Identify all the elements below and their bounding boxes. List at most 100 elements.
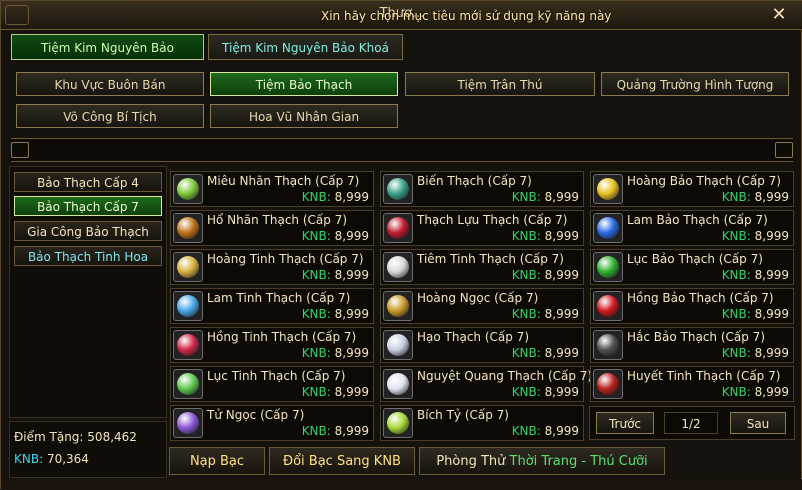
item-card[interactable]: Lục Bảo Thạch (Cấp 7) KNB: 8,999 — [590, 249, 794, 285]
pagination: Trước 1/2 Sau — [589, 406, 795, 440]
purple-gem-icon — [177, 412, 199, 434]
item-card[interactable]: Hạo Thạch (Cấp 7) KNB: 8,999 — [380, 327, 584, 363]
item-card[interactable]: Hắc Bảo Thạch (Cấp 7) KNB: 8,999 — [590, 327, 794, 363]
price-currency-label: KNB: — [721, 346, 751, 360]
points-value: 508,462 — [87, 430, 137, 444]
item-card[interactable]: Tử Ngọc (Cấp 7) KNB: 8,999 — [170, 405, 374, 441]
price-value: 8,999 — [334, 190, 369, 204]
price-currency-label: KNB: — [511, 268, 541, 282]
price-currency-label: KNB: — [301, 424, 331, 438]
item-card[interactable]: Nguyệt Quang Thạch (Cấp 7) KNB: 8,999 — [380, 366, 592, 402]
item-name: Tử Ngọc (Cấp 7) — [207, 408, 305, 422]
system-message: Xin hãy chọn mục tiêu mới sử dụng kỹ năn… — [321, 9, 612, 23]
price-value: 8,999 — [544, 268, 579, 282]
page-indicator: 1/2 — [664, 412, 718, 434]
item-card[interactable]: Thạch Lựu Thạch (Cấp 7) KNB: 8,999 — [380, 210, 584, 246]
item-icon-frame — [383, 213, 413, 243]
price-value: 8,999 — [334, 424, 369, 438]
item-price: KNB: 8,999 — [512, 190, 579, 204]
item-name: Lục Tinh Thạch (Cấp 7) — [207, 369, 346, 383]
price-value: 8,999 — [544, 307, 579, 321]
price-value: 8,999 — [334, 346, 369, 360]
price-currency-label: KNB: — [301, 346, 331, 360]
category-vo-cong-bi-tich[interactable]: Võ Công Bí Tịch — [16, 104, 204, 128]
knb-value: 70,364 — [46, 452, 89, 466]
tab-kim-nguyen-bao[interactable]: Tiệm Kim Nguyên Bảo — [11, 34, 204, 60]
item-card[interactable]: Hồng Tinh Thạch (Cấp 7) KNB: 8,999 — [170, 327, 374, 363]
tab-kim-nguyen-bao-khoa[interactable]: Tiệm Kim Nguyên Bảo Khoá — [208, 34, 403, 60]
item-price: KNB: 8,999 — [512, 268, 579, 282]
item-card[interactable]: Biến Thạch (Cấp 7) KNB: 8,999 — [380, 171, 584, 207]
subcategory-bao-thach-tinh-hoa[interactable]: Bảo Thạch Tinh Hoa — [14, 246, 162, 266]
white-gem-icon — [387, 256, 409, 278]
item-card[interactable]: Lục Tinh Thạch (Cấp 7) KNB: 8,999 — [170, 366, 374, 402]
item-name: Huyết Tinh Thạch (Cấp 7) — [627, 369, 781, 383]
item-name: Nguyệt Quang Thạch (Cấp 7) — [417, 369, 593, 383]
price-value: 8,999 — [754, 268, 789, 282]
price-value: 8,999 — [754, 307, 789, 321]
item-card[interactable]: Bích Tỷ (Cấp 7) KNB: 8,999 — [380, 405, 584, 441]
item-icon-frame — [593, 252, 623, 282]
shop-window: Thươ... Xin hãy chọn mục tiêu mới sử dụn… — [0, 0, 802, 490]
price-currency-label: KNB: — [721, 307, 751, 321]
subcategory-sidebar: Bảo Thạch Cấp 4 Bảo Thạch Cấp 7 Gia Công… — [9, 166, 167, 418]
price-value: 8,999 — [334, 268, 369, 282]
recharge-button[interactable]: Nạp Bạc — [169, 447, 265, 475]
item-icon-frame — [173, 213, 203, 243]
price-currency-label: KNB: — [301, 268, 331, 282]
close-icon[interactable]: ✕ — [769, 5, 789, 25]
item-price: KNB: 8,999 — [302, 268, 369, 282]
item-card[interactable]: Miêu Nhãn Thạch (Cấp 7) KNB: 8,999 — [170, 171, 374, 207]
item-name: Hồng Bảo Thạch (Cấp 7) — [627, 291, 774, 305]
item-card[interactable]: Lam Tinh Thạch (Cấp 7) KNB: 8,999 — [170, 288, 374, 324]
exchange-button[interactable]: Đổi Bạc Sang KNB — [269, 447, 415, 475]
category-tiem-tran-thu[interactable]: Tiệm Trân Thú — [405, 72, 595, 96]
price-value: 8,999 — [544, 190, 579, 204]
knot-ornament-icon — [775, 142, 793, 158]
item-icon-frame — [383, 174, 413, 204]
item-card[interactable]: Lam Bảo Thạch (Cấp 7) KNB: 8,999 — [590, 210, 794, 246]
item-card[interactable]: Hoàng Ngọc (Cấp 7) KNB: 8,999 — [380, 288, 584, 324]
category-khu-vuc-buon-ban[interactable]: Khu Vực Buôn Bán — [16, 72, 204, 96]
item-card[interactable]: Hồng Bảo Thạch (Cấp 7) KNB: 8,999 — [590, 288, 794, 324]
item-icon-frame — [383, 252, 413, 282]
item-name: Bích Tỷ (Cấp 7) — [417, 408, 509, 422]
price-currency-label: KNB: — [721, 190, 751, 204]
price-value: 8,999 — [754, 190, 789, 204]
item-price: KNB: 8,999 — [302, 229, 369, 243]
category-hoa-vu-nhan-gian[interactable]: Hoa Vũ Nhân Gian — [210, 104, 398, 128]
item-icon-frame — [383, 369, 413, 399]
item-card[interactable]: Hổ Nhãn Thạch (Cấp 7) KNB: 8,999 — [170, 210, 374, 246]
next-page-button[interactable]: Sau — [730, 412, 786, 434]
price-value: 8,999 — [334, 229, 369, 243]
item-price: KNB: 8,999 — [302, 424, 369, 438]
item-icon-frame — [383, 291, 413, 321]
subcategory-gia-cong-bao-thach[interactable]: Gia Công Bảo Thạch — [14, 221, 162, 241]
item-price: KNB: 8,999 — [722, 307, 789, 321]
item-card[interactable]: Hoàng Bảo Thạch (Cấp 7) KNB: 8,999 — [590, 171, 794, 207]
price-currency-label: KNB: — [721, 268, 751, 282]
category-quang-truong-hinh-tuong[interactable]: Quảng Trường Hình Tượng — [601, 72, 789, 96]
item-card[interactable]: Tiêm Tinh Thạch (Cấp 7) KNB: 8,999 — [380, 249, 584, 285]
jade-icon — [387, 412, 409, 434]
category-tiem-bao-thach[interactable]: Tiệm Bảo Thạch — [210, 72, 398, 96]
price-currency-label: KNB: — [511, 385, 541, 399]
fitting-room-button[interactable]: Phòng Thử Thời Trang - Thú Cưỡi — [419, 447, 665, 475]
item-price: KNB: 8,999 — [512, 307, 579, 321]
item-price: KNB: 8,999 — [512, 346, 579, 360]
item-icon-frame — [593, 369, 623, 399]
item-icon-frame — [383, 408, 413, 438]
black-gem-icon — [597, 334, 619, 356]
item-card[interactable]: Huyết Tinh Thạch (Cấp 7) KNB: 8,999 — [590, 366, 794, 402]
subcategory-bao-thach-cap-7[interactable]: Bảo Thạch Cấp 7 — [14, 196, 162, 216]
prev-page-button[interactable]: Trước — [596, 412, 654, 434]
green-gem-icon — [177, 178, 199, 200]
subcategory-bao-thach-cap-4[interactable]: Bảo Thạch Cấp 4 — [14, 172, 162, 192]
yellow-gem-icon — [597, 178, 619, 200]
item-price: KNB: 8,999 — [722, 268, 789, 282]
item-name: Hoàng Ngọc (Cấp 7) — [417, 291, 539, 305]
item-card[interactable]: Hoàng Tinh Thạch (Cấp 7) KNB: 8,999 — [170, 249, 374, 285]
red-gem-icon — [387, 217, 409, 239]
fitting-room-prefix: Phòng Thử — [436, 454, 506, 469]
item-price: KNB: 8,999 — [512, 385, 579, 399]
